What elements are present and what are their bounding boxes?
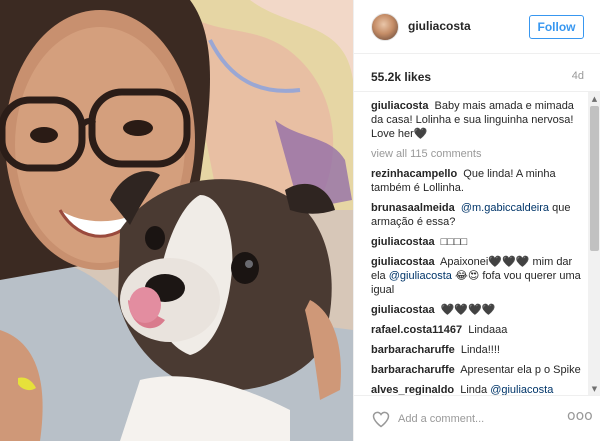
post-details-panel: giuliacosta Follow 55.2k likes 4d giulia… — [353, 0, 600, 441]
comment: giuliacostaa Apaixonei🖤🖤🖤 mim dar ela @g… — [371, 255, 583, 297]
comment-author[interactable]: barbaracharuffe — [371, 364, 455, 376]
comments-scrollbar[interactable]: ▲ ▼ — [588, 92, 600, 395]
comment-text: Linda!!!! — [460, 344, 500, 356]
avatar[interactable] — [371, 13, 399, 41]
scroll-up-arrow-icon[interactable]: ▲ — [588, 92, 600, 105]
post-header: giuliacosta Follow — [354, 0, 600, 54]
scroll-down-arrow-icon[interactable]: ▼ — [588, 382, 600, 395]
comment: rezinhacampello Que linda! A minha també… — [371, 167, 583, 195]
comment-text: Linda — [460, 384, 491, 395]
comment: rafael.costa11467 Lindaaa — [371, 323, 583, 337]
view-all-comments-link[interactable]: view all 115 comments — [371, 147, 583, 161]
comment: brunasaalmeida @m.gabiccaldeira que arma… — [371, 201, 583, 229]
scrollbar-thumb[interactable] — [590, 106, 599, 251]
comment-author[interactable]: giuliacostaa — [371, 256, 435, 268]
comment-mention[interactable]: @giuliacosta — [490, 384, 553, 395]
comment-text: 🖤🖤🖤🖤 — [440, 304, 496, 316]
comment: giuliacostaa 🖤🖤🖤🖤 — [371, 303, 583, 317]
comment-author[interactable]: giuliacostaa — [371, 304, 435, 316]
comment-author[interactable]: alves_reginaldo — [371, 384, 454, 395]
comment-text: Apresentar ela p o Spike — [460, 364, 581, 376]
comment: alves_reginaldo Linda @giuliacosta — [371, 383, 583, 395]
comment-author[interactable]: brunasaalmeida — [371, 202, 455, 214]
comment-author[interactable]: giuliacostaa — [371, 236, 435, 248]
likes-count[interactable]: 55.2k likes — [371, 70, 431, 84]
comment: barbaracharuffe Linda!!!! — [371, 343, 583, 357]
comment-author[interactable]: rezinhacampello — [371, 168, 457, 180]
comment-author[interactable]: rafael.costa11467 — [371, 324, 462, 336]
post-timestamp[interactable]: 4d — [572, 70, 584, 82]
comment-author[interactable]: barbaracharuffe — [371, 344, 455, 356]
follow-button[interactable]: Follow — [529, 15, 584, 39]
comments-list: giuliacosta Baby mais amada e mimada da … — [354, 92, 600, 395]
comment: giuliacostaa □□□□ — [371, 235, 583, 249]
photo-illustration — [0, 0, 353, 441]
post-stats: 55.2k likes 4d — [354, 54, 600, 92]
heart-icon[interactable] — [371, 409, 391, 429]
comment-composer: ooo — [354, 395, 600, 441]
comment-text: □□□□ — [440, 236, 468, 248]
username-link[interactable]: giuliacosta — [408, 19, 471, 33]
comment-author[interactable]: giuliacosta — [371, 100, 428, 112]
comment-mention[interactable]: @giuliacosta — [389, 270, 452, 282]
comment-mention[interactable]: @m.gabiccaldeira — [461, 202, 549, 214]
post-photo[interactable] — [0, 0, 353, 441]
more-options-icon[interactable]: ooo — [567, 408, 593, 428]
comment-text: Lindaaa — [468, 324, 508, 336]
comment: barbaracharuffe Apresentar ela p o Spike — [371, 363, 583, 377]
caption: giuliacosta Baby mais amada e mimada da … — [371, 99, 583, 141]
add-comment-input[interactable] — [398, 411, 558, 427]
